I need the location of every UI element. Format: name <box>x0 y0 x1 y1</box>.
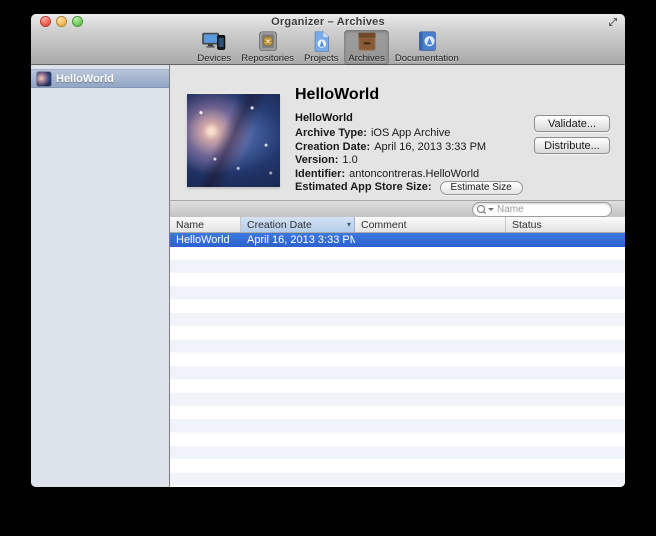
zoom-button[interactable] <box>72 16 83 27</box>
archives-table-body: HelloWorld April 16, 2013 3:33 PM <box>170 233 625 487</box>
archive-title: HelloWorld <box>295 86 523 104</box>
organizer-toolbar: Devices Repositories Projects <box>31 29 625 65</box>
archives-sidebar: HelloWorld <box>31 65 170 487</box>
filter-bar <box>170 200 625 217</box>
sidebar-item-helloworld[interactable]: HelloWorld <box>31 69 169 88</box>
cell-creation-date: April 16, 2013 3:33 PM <box>241 234 355 246</box>
toolbar-item-label: Archives <box>348 53 384 64</box>
column-header-comment[interactable]: Comment <box>355 217 506 232</box>
table-row-helloworld[interactable]: HelloWorld April 16, 2013 3:33 PM <box>170 233 625 247</box>
documentation-icon <box>410 31 444 53</box>
search-field[interactable] <box>472 202 612 217</box>
title-bar[interactable]: Organizer – Archives <box>31 14 625 29</box>
toolbar-item-label: Projects <box>304 53 338 64</box>
archive-type-field: Archive Type: iOS App Archive <box>295 127 523 141</box>
field-label: Estimated App Store Size: <box>295 181 432 195</box>
estimate-size-button[interactable]: Estimate Size <box>440 181 523 195</box>
field-value: iOS App Archive <box>371 127 451 141</box>
archive-detail-pane: HelloWorld HelloWorld Archive Type: iOS … <box>170 65 625 200</box>
version-field: Version: 1.0 <box>295 154 523 168</box>
column-header-label: Creation Date <box>247 219 312 231</box>
validate-button[interactable]: Validate... <box>534 115 610 132</box>
archive-actions: Validate... Distribute... <box>534 115 610 154</box>
archive-info: HelloWorld HelloWorld Archive Type: iOS … <box>295 86 523 195</box>
window-content: HelloWorld HelloWorld HelloWorld Archive… <box>31 65 625 487</box>
projects-icon <box>304 31 338 53</box>
archives-icon <box>350 31 384 53</box>
field-label: Archive Type: <box>295 127 367 141</box>
field-label: Identifier: <box>295 168 345 182</box>
column-header-name[interactable]: Name <box>170 217 241 232</box>
sidebar-item-label: HelloWorld <box>56 73 114 85</box>
main-pane: HelloWorld HelloWorld Archive Type: iOS … <box>170 65 625 487</box>
archive-subtitle: HelloWorld <box>295 112 523 124</box>
sort-descending-icon: ▾ <box>347 221 351 229</box>
creation-date-field: Creation Date: April 16, 2013 3:33 PM <box>295 141 523 155</box>
distribute-button[interactable]: Distribute... <box>534 137 610 154</box>
field-value: 1.0 <box>342 154 357 168</box>
close-button[interactable] <box>40 16 51 27</box>
field-value: April 16, 2013 3:33 PM <box>374 141 486 155</box>
repositories-icon <box>251 31 285 53</box>
column-header-creation-date[interactable]: Creation Date ▾ <box>241 217 355 232</box>
identifier-field: Identifier: antoncontreras.HelloWorld <box>295 168 523 182</box>
traffic-lights <box>40 16 83 27</box>
estimated-size-field: Estimated App Store Size: Estimate Size <box>295 181 523 195</box>
toolbar-item-devices[interactable]: Devices <box>193 30 235 65</box>
fullscreen-icon[interactable] <box>608 17 618 27</box>
search-icon[interactable] <box>477 205 494 213</box>
toolbar-item-label: Documentation <box>395 53 459 64</box>
window-title: Organizer – Archives <box>271 16 385 28</box>
toolbar-item-label: Repositories <box>241 53 294 64</box>
toolbar-item-label: Devices <box>197 53 231 64</box>
field-label: Version: <box>295 154 338 168</box>
cell-name: HelloWorld <box>170 234 241 246</box>
field-value: antoncontreras.HelloWorld <box>349 168 479 182</box>
column-header-status[interactable]: Status <box>506 217 625 232</box>
toolbar-item-documentation[interactable]: Documentation <box>391 30 463 65</box>
search-input[interactable] <box>497 204 607 215</box>
archive-thumbnail-icon <box>37 72 51 86</box>
table-header: Name Creation Date ▾ Comment Status <box>170 217 625 233</box>
field-label: Creation Date: <box>295 141 370 155</box>
minimize-button[interactable] <box>56 16 67 27</box>
toolbar-item-projects[interactable]: Projects <box>300 30 342 65</box>
archive-image <box>187 94 280 187</box>
toolbar-item-archives[interactable]: Archives <box>344 30 388 65</box>
devices-icon <box>197 31 231 53</box>
toolbar-item-repositories[interactable]: Repositories <box>237 30 298 65</box>
organizer-window: Organizer – Archives Devices <box>31 14 625 487</box>
